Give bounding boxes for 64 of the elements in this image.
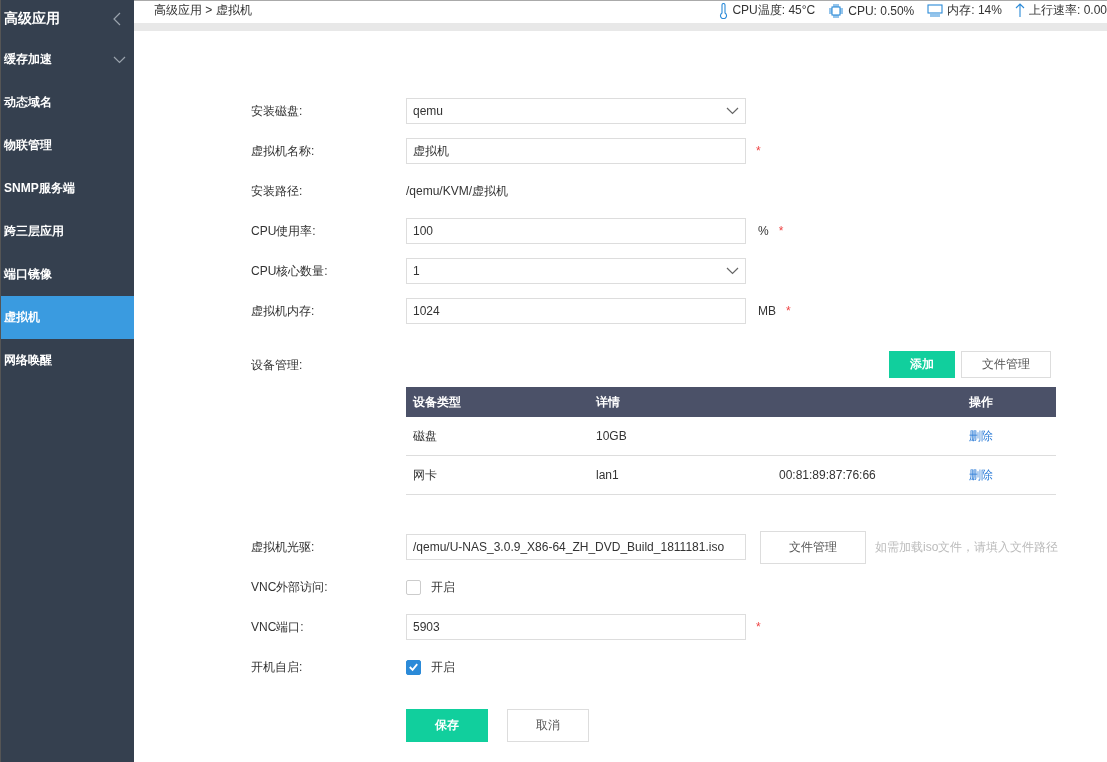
sidebar-item[interactable]: 跨三层应用 [1, 210, 134, 253]
status-reading: CPU温度: 45°C [732, 2, 816, 19]
checkbox-label: 开启 [431, 658, 455, 676]
column-header: 详情 [596, 394, 620, 409]
status-reading: 上行速率: 0.00 [1028, 2, 1107, 19]
checkbox[interactable] [406, 579, 421, 595]
field-label: CPU使用率: [251, 222, 317, 240]
dropdown[interactable]: qemu [406, 98, 746, 124]
arrow-up-icon [1014, 3, 1025, 18]
column-header: 操作 [969, 394, 993, 409]
path-text: /qemu/KVM/虚拟机 [406, 182, 509, 200]
unit-label: MB [758, 304, 776, 318]
field-label: VNC端口: [251, 618, 305, 636]
field-label: 虚拟机名称: [251, 142, 316, 160]
input-field[interactable]: 虚拟机 [406, 138, 746, 164]
thermometer-icon [719, 2, 729, 19]
input-field[interactable]: 1024 [406, 298, 746, 324]
status-reading: CPU: 0.50% [848, 3, 915, 18]
chevron-down-icon [726, 267, 739, 275]
field-label: 开机自启: [251, 658, 304, 676]
required-asterisk: * [756, 620, 761, 634]
chip-icon [828, 2, 845, 19]
checkbox[interactable] [406, 659, 421, 675]
sidebar-item[interactable]: 缓存加速 [1, 38, 134, 81]
field-label: 安装路径: [251, 182, 304, 200]
delete-link[interactable]: 删除 [969, 467, 993, 482]
file-manager-button[interactable]: 文件管理 [961, 351, 1051, 378]
field-label: 设备管理: [251, 357, 304, 374]
column-header: 设备类型 [413, 394, 461, 409]
required-asterisk: * [778, 224, 784, 238]
sidebar-item[interactable]: SNMP服务端 [1, 167, 134, 210]
field-label: 安装磁盘: [251, 102, 304, 120]
input-field[interactable]: /qemu/U-NAS_3.0.9_X86-64_ZH_DVD_Build_1811181.iso [406, 534, 746, 560]
chevron-down-icon [726, 107, 739, 115]
field-label: VNC外部访问: [251, 578, 329, 596]
dropdown[interactable]: 1 [406, 258, 746, 284]
hint-text: 如需加载iso文件，请填入文件路径 [875, 538, 1059, 556]
status-reading: 内存: 14% [947, 2, 1002, 19]
sidebar-item[interactable]: 端口镜像 [1, 253, 134, 296]
collapse-chevron-icon[interactable] [113, 12, 121, 26]
table-cell: 磁盘 [413, 428, 437, 443]
memory-icon [927, 3, 944, 18]
chevron-down-icon [113, 55, 126, 64]
sidebar-item[interactable]: 网络唤醒 [1, 339, 134, 382]
unit-label: % [758, 224, 769, 238]
cancel-button[interactable]: 取消 [507, 709, 589, 742]
table-cell: lan1 [596, 468, 619, 482]
breadcrumb: 高级应用 > 虚拟机 [154, 2, 252, 19]
required-asterisk: * [756, 144, 761, 158]
field-label: 虚拟机内存: [251, 302, 316, 320]
input-field[interactable]: 100 [406, 218, 746, 244]
table-cell: 00:81:89:87:76:66 [779, 468, 876, 482]
file-manager-button[interactable]: 文件管理 [760, 530, 866, 564]
table-cell: 网卡 [413, 467, 437, 482]
field-label: 虚拟机光驱: [251, 538, 316, 556]
delete-link[interactable]: 删除 [969, 428, 993, 443]
input-field[interactable]: 5903 [406, 614, 746, 640]
field-label: CPU核心数量: [251, 262, 329, 280]
required-asterisk: * [786, 304, 791, 318]
sidebar-title: 高级应用 [4, 10, 60, 28]
sidebar-item[interactable]: 动态域名 [1, 81, 134, 124]
table-cell: 10GB [596, 429, 627, 443]
checkbox-label: 开启 [431, 578, 455, 596]
sidebar-item[interactable]: 物联管理 [1, 124, 134, 167]
